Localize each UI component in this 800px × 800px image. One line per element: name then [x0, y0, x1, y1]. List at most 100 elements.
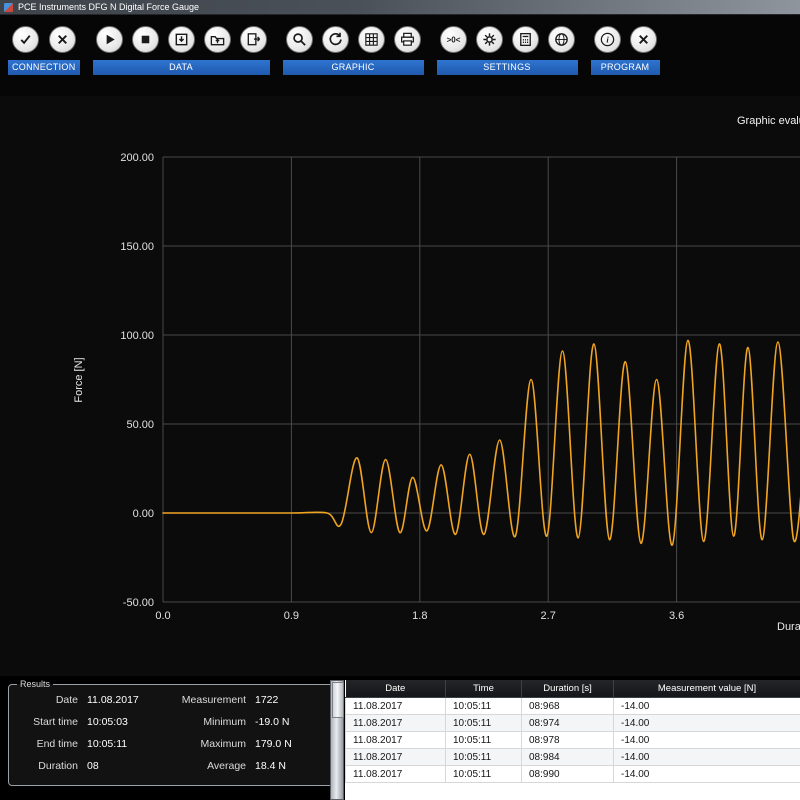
toolbar-group-label: SETTINGS — [437, 60, 578, 75]
app-icon[interactable] — [4, 3, 13, 12]
result-label-duration: Duration — [17, 760, 87, 772]
window-title: PCE Instruments DFG N Digital Force Gaug… — [18, 2, 199, 12]
table-scrollbar[interactable] — [330, 680, 344, 800]
save-data-button[interactable] — [168, 26, 195, 53]
toolbar-group-graphic: GRAPHIC — [283, 26, 424, 75]
table-cell: -14.00 — [614, 732, 800, 749]
column-header-date[interactable]: Date — [346, 680, 446, 698]
toolbar-button-row — [93, 26, 270, 53]
table-cell: 11.08.2017 — [346, 698, 446, 715]
gear-icon — [481, 31, 498, 48]
toolbar-button-row — [8, 26, 80, 53]
y-tick-label: 0.00 — [133, 508, 154, 520]
chart-area: 200.00150.00100.0050.000.00-50.000.00.91… — [0, 96, 800, 676]
table-cell: 11.08.2017 — [346, 766, 446, 783]
window-titlebar[interactable]: PCE Instruments DFG N Digital Force Gaug… — [0, 0, 800, 15]
toolbar-group-program: i PROGRAM — [591, 26, 660, 75]
device-settings-button[interactable] — [476, 26, 503, 53]
toolbar-group-label: PROGRAM — [591, 60, 660, 75]
language-button[interactable] — [548, 26, 575, 53]
start-measurement-button[interactable] — [96, 26, 123, 53]
measurement-table: DateTimeDuration [s]Measurement value [N… — [345, 680, 800, 783]
result-value-date: 11.08.2017 — [87, 694, 169, 706]
table-cell: -14.00 — [614, 698, 800, 715]
results-grid: Date11.08.2017Measurement1722Start time1… — [17, 694, 331, 772]
table-cell: 10:05:11 — [446, 766, 522, 783]
result-value-end-time: 10:05:11 — [87, 738, 169, 750]
toolbar-button-row: >0< — [437, 26, 578, 53]
svg-text:i: i — [606, 35, 609, 45]
y-axis-label: Force [N] — [73, 357, 85, 402]
table-cell: 08:978 — [522, 732, 614, 749]
y-tick-label: 200.00 — [120, 152, 154, 164]
stop-measurement-button[interactable] — [132, 26, 159, 53]
main-toolbar: CONNECTIONDATAGRAPHIC>0<SETTINGSiPROGRAM — [0, 15, 800, 96]
check-icon — [17, 31, 34, 48]
result-value-average: 18.4 N — [255, 760, 331, 772]
x-tick-label: 2.7 — [541, 610, 556, 622]
results-panel: Results Date11.08.2017Measurement1722Sta… — [8, 679, 340, 786]
result-label-end-time: End time — [17, 738, 87, 750]
table-cell: 08:990 — [522, 766, 614, 783]
table-cell: 11.08.2017 — [346, 715, 446, 732]
table-cell: 10:05:11 — [446, 732, 522, 749]
column-header-measurement-value-n-[interactable]: Measurement value [N] — [614, 680, 800, 698]
tare-zero-button[interactable]: >0< — [440, 26, 467, 53]
calculation-button[interactable] — [512, 26, 539, 53]
result-label-measurement: Measurement — [169, 694, 255, 706]
table-cell: 10:05:11 — [446, 749, 522, 766]
import-data-button[interactable] — [204, 26, 231, 53]
result-label-date: Date — [17, 694, 87, 706]
globe-icon — [553, 31, 570, 48]
toggle-grid-button[interactable] — [358, 26, 385, 53]
table-row[interactable]: 11.08.201710:05:1108:984-14.00 — [346, 749, 800, 766]
info-button[interactable]: i — [594, 26, 621, 53]
table-row[interactable]: 11.08.201710:05:1108:978-14.00 — [346, 732, 800, 749]
x-tick-label: 0.0 — [155, 610, 170, 622]
table-row[interactable]: 11.08.201710:05:1108:974-14.00 — [346, 715, 800, 732]
table-header-row: DateTimeDuration [s]Measurement value [N… — [346, 680, 800, 698]
result-label-maximum: Maximum — [169, 738, 255, 750]
disconnect-button[interactable] — [49, 26, 76, 53]
svg-text:>0<: >0< — [446, 35, 460, 44]
table-row[interactable]: 11.08.201710:05:1108:968-14.00 — [346, 698, 800, 715]
chart-title: Graphic evaluation — [737, 115, 800, 127]
results-legend: Results — [17, 679, 53, 689]
y-tick-label: 150.00 — [120, 241, 154, 253]
table-cell: 08:968 — [522, 698, 614, 715]
table-cell: -14.00 — [614, 766, 800, 783]
result-value-duration: 08 — [87, 760, 169, 772]
export-report-button[interactable] — [240, 26, 267, 53]
y-tick-label: 100.00 — [120, 330, 154, 342]
table-scrollbar-thumb[interactable] — [332, 682, 344, 718]
toolbar-group-label: CONNECTION — [8, 60, 80, 75]
table-cell: 11.08.2017 — [346, 749, 446, 766]
print-graphic-button[interactable] — [394, 26, 421, 53]
printer-icon — [399, 31, 416, 48]
table-cell: -14.00 — [614, 749, 800, 766]
result-label-minimum: Minimum — [169, 716, 255, 728]
table-row[interactable]: 11.08.201710:05:1108:990-14.00 — [346, 766, 800, 783]
result-value-minimum: -19.0 N — [255, 716, 331, 728]
toolbar-group-label: GRAPHIC — [283, 60, 424, 75]
column-header-duration-s-[interactable]: Duration [s] — [522, 680, 614, 698]
column-header-time[interactable]: Time — [446, 680, 522, 698]
toolbar-group-settings: >0< SETTINGS — [437, 26, 578, 75]
exit-program-button[interactable] — [630, 26, 657, 53]
x-axis-label: Duration [s] — [777, 621, 800, 633]
cross-icon — [635, 31, 652, 48]
force-series-line — [163, 340, 800, 545]
result-label-start-time: Start time — [17, 716, 87, 728]
measurement-table-wrap: DateTimeDuration [s]Measurement value [N… — [345, 680, 800, 800]
result-label-average: Average — [169, 760, 255, 772]
import-icon — [209, 31, 226, 48]
connect-button[interactable] — [12, 26, 39, 53]
refresh-graphic-button[interactable] — [322, 26, 349, 53]
bottom-panel: Results Date11.08.2017Measurement1722Sta… — [0, 676, 800, 800]
x-tick-label: 1.8 — [412, 610, 427, 622]
table-cell: 10:05:11 — [446, 698, 522, 715]
stop-icon — [137, 31, 154, 48]
zero-icon: >0< — [445, 31, 462, 48]
zoom-button[interactable] — [286, 26, 313, 53]
result-value-maximum: 179.0 N — [255, 738, 331, 750]
